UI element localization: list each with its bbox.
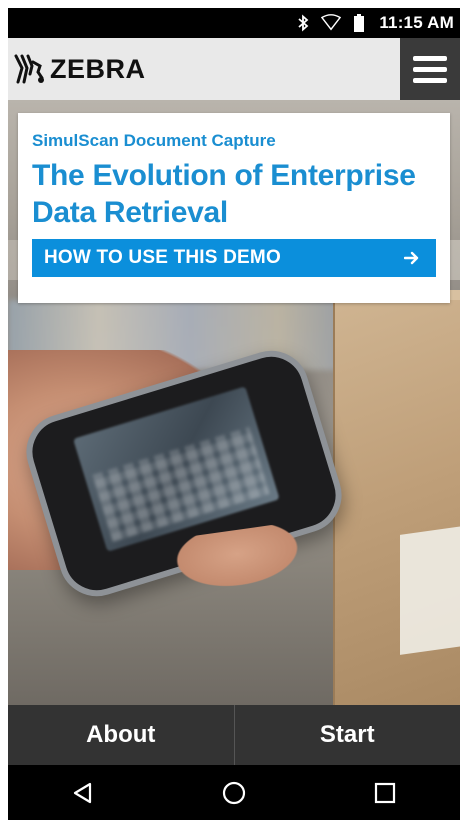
how-to-use-demo-button[interactable]: HOW TO USE THIS DEMO <box>32 239 436 277</box>
wifi-icon <box>321 13 342 33</box>
status-bar: 11:15 AM <box>8 8 460 38</box>
demo-button-label: HOW TO USE THIS DEMO <box>44 247 281 268</box>
menu-bar-line <box>413 66 447 72</box>
logo-text: ZEBRA <box>50 53 146 84</box>
zebra-logo[interactable]: ZEBRA <box>12 52 146 86</box>
arrow-right-icon <box>403 250 420 266</box>
box-label <box>400 525 460 655</box>
recents-icon[interactable] <box>365 773 405 813</box>
app-header: ZEBRA <box>8 38 460 101</box>
battery-icon <box>349 13 369 33</box>
back-icon[interactable] <box>63 773 103 813</box>
hamburger-menu-button[interactable] <box>400 38 460 100</box>
menu-bar-line <box>413 77 447 83</box>
card-subtitle: SimulScan Document Capture <box>32 131 276 150</box>
card-title: The Evolution of Enterprise Data Retriev… <box>32 159 416 229</box>
info-card: SimulScan Document Capture The Evolution… <box>18 113 450 303</box>
phone-screen: 11:15 AM ZEBRA SimulScan Document Captur… <box>8 8 460 820</box>
status-time: 11:15 AM <box>379 13 454 32</box>
bottom-button-bar: About Start <box>8 705 460 765</box>
zebra-head-icon <box>12 52 46 86</box>
bluetooth-icon <box>293 13 313 33</box>
system-nav-bar <box>8 765 460 820</box>
hamburger-menu-icon <box>413 55 447 61</box>
home-icon[interactable] <box>214 773 254 813</box>
about-button[interactable]: About <box>8 705 234 765</box>
start-button[interactable]: Start <box>235 705 461 765</box>
